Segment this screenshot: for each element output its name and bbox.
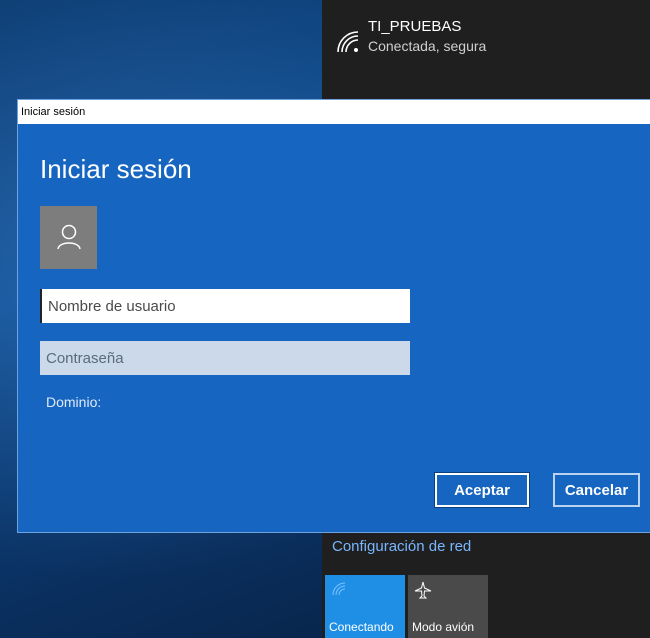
quick-actions: Conectando Modo avión — [325, 575, 488, 638]
network-settings-link[interactable]: Configuración de red — [332, 538, 471, 555]
quick-action-airplane-mode[interactable]: Modo avión — [408, 575, 488, 638]
quick-action-label: Conectando — [329, 620, 394, 634]
sign-in-dialog: Iniciar sesión Iniciar sesión Dominio: A… — [18, 100, 650, 532]
wifi-icon — [331, 581, 347, 600]
username-field[interactable] — [40, 289, 410, 323]
airplane-icon — [414, 581, 432, 602]
cancel-button[interactable]: Cancelar — [553, 473, 640, 507]
avatar — [40, 206, 97, 269]
network-item-ti-pruebas[interactable]: TI_PRUEBAS Conectada, segura — [334, 18, 486, 56]
network-status: Conectada, segura — [368, 38, 487, 54]
network-ssid: TI_PRUEBAS — [368, 18, 462, 35]
dialog-heading: Iniciar sesión — [40, 154, 192, 184]
accept-button[interactable]: Aceptar — [434, 472, 530, 508]
quick-action-label: Modo avión — [412, 620, 475, 634]
quick-action-connecting[interactable]: Conectando — [325, 575, 405, 638]
wifi-icon — [334, 28, 362, 56]
password-field[interactable] — [40, 341, 410, 375]
dialog-titlebar: Iniciar sesión — [18, 100, 650, 124]
user-icon — [57, 224, 81, 250]
domain-label: Dominio: — [46, 394, 102, 410]
